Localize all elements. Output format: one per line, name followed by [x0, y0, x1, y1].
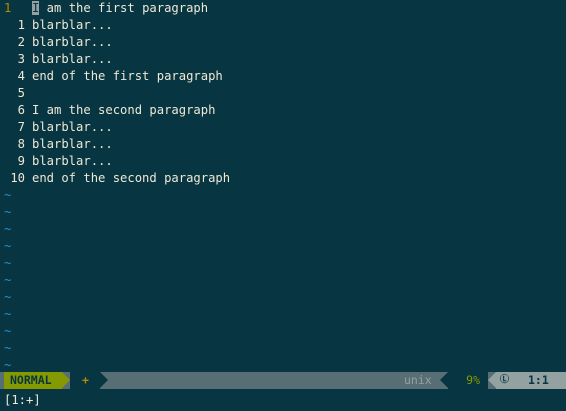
line-text[interactable]: blarblar... [32, 51, 113, 68]
line-text[interactable]: end of the first paragraph [32, 68, 223, 85]
modified-flag: + [82, 373, 89, 387]
line-text[interactable]: blarblar... [32, 34, 113, 51]
editor-buffer[interactable]: 1 I am the first paragraph 1 blarblar... 2 bl… [0, 0, 566, 372]
line-number: 1 [4, 1, 12, 15]
line-text[interactable]: blarblar... [32, 17, 113, 34]
line-text[interactable]: blarblar... [32, 136, 113, 153]
line-number: 3 [17, 52, 25, 66]
percent-separator-icon [440, 372, 448, 388]
command-line[interactable]: [1:+] [4, 392, 41, 409]
mode-separator-icon [62, 372, 70, 388]
tilde-marker: ~ [4, 188, 12, 202]
line-text[interactable]: blarblar... [32, 153, 113, 170]
fileformat-indicator: unix [404, 373, 432, 387]
section-separator-icon [100, 372, 108, 388]
line-number: 10 [10, 171, 25, 185]
position-separator-icon [488, 372, 496, 388]
line-number: 1 [17, 18, 25, 32]
line-number: 7 [17, 120, 25, 134]
scroll-percent: 9% [448, 372, 488, 389]
line-text[interactable]: I am the second paragraph [32, 102, 215, 119]
line-number-icon: Ⓛ [500, 375, 510, 385]
tilde-marker: ~ [4, 307, 12, 321]
line-number: 9 [17, 154, 25, 168]
line-number: 5 [17, 86, 25, 100]
tilde-marker: ~ [4, 239, 12, 253]
cursor-position: 1:1 [528, 373, 549, 387]
line-text[interactable]: I am the first paragraph [32, 0, 208, 17]
tilde-marker: ~ [4, 205, 12, 219]
line-text[interactable]: blarblar... [32, 119, 113, 136]
line-text-rest: am the first paragraph [39, 1, 209, 15]
mode-indicator: NORMAL [4, 372, 62, 389]
line-number: 4 [17, 69, 25, 83]
line-number: 8 [17, 137, 25, 151]
tilde-marker: ~ [4, 358, 12, 372]
line-number: 2 [17, 35, 25, 49]
tilde-marker: ~ [4, 341, 12, 355]
cursor-position-section: Ⓛ 1:1 [496, 372, 566, 389]
line-text[interactable]: end of the second paragraph [32, 170, 230, 187]
line-number: 6 [17, 103, 25, 117]
statusline: NORMAL + unix 9% Ⓛ 1:1 [0, 372, 566, 389]
tilde-marker: ~ [4, 256, 12, 270]
tilde-marker: ~ [4, 273, 12, 287]
tilde-marker: ~ [4, 290, 12, 304]
tilde-marker: ~ [4, 222, 12, 236]
tilde-marker: ~ [4, 324, 12, 338]
